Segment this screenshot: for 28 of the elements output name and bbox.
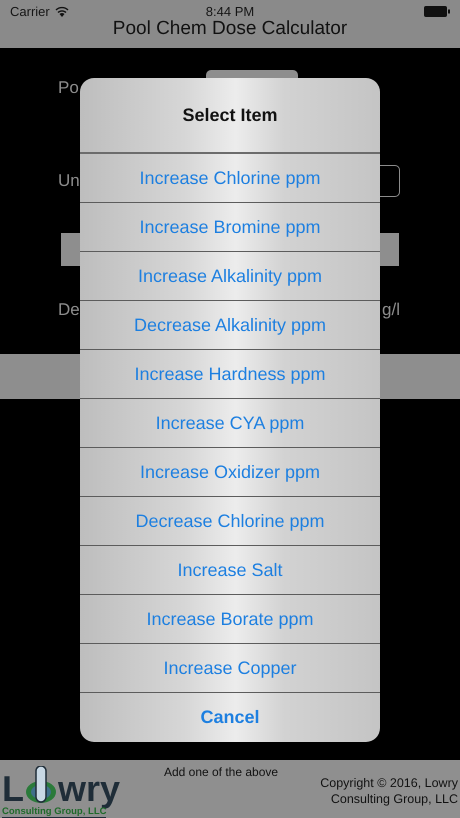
- carrier-label: Carrier: [10, 4, 50, 18]
- cancel-button[interactable]: Cancel: [80, 693, 380, 742]
- units-label: Un: [58, 170, 80, 190]
- logo-tagline: Consulting Group, LLC: [2, 806, 106, 818]
- option-button[interactable]: Increase Salt: [80, 546, 380, 595]
- dose-label: De: [58, 300, 80, 320]
- option-button[interactable]: Increase Borate ppm: [80, 595, 380, 644]
- option-button[interactable]: Increase Chlorine ppm: [80, 154, 380, 203]
- option-button[interactable]: Increase Copper: [80, 644, 380, 693]
- status-time: 8:44 PM: [206, 4, 254, 18]
- hint-text: Add one of the above: [164, 765, 278, 781]
- wifi-icon: [54, 6, 69, 16]
- option-button[interactable]: Decrease Alkalinity ppm: [80, 301, 380, 350]
- option-button[interactable]: Increase Oxidizer ppm: [80, 448, 380, 497]
- option-button[interactable]: Increase Bromine ppm: [80, 203, 380, 252]
- option-button[interactable]: Increase Alkalinity ppm: [80, 252, 380, 301]
- logo-text: L: [2, 772, 24, 806]
- battery-icon: [424, 6, 450, 16]
- test-tube-icon: [24, 766, 58, 806]
- option-button[interactable]: Decrease Chlorine ppm: [80, 497, 380, 546]
- pool-label: Po: [58, 78, 79, 98]
- dialog-title: Select Item: [80, 78, 380, 154]
- screen-title: Pool Chem Dose Calculator: [112, 18, 348, 40]
- copyright-text: Copyright © 2016, Lowry Consulting Group, LLC: [319, 775, 458, 808]
- option-button[interactable]: Increase Hardness ppm: [80, 350, 380, 399]
- option-button[interactable]: Increase CYA ppm: [80, 399, 380, 448]
- unit-label: g/l: [382, 300, 400, 320]
- logo-text: wry: [58, 772, 120, 806]
